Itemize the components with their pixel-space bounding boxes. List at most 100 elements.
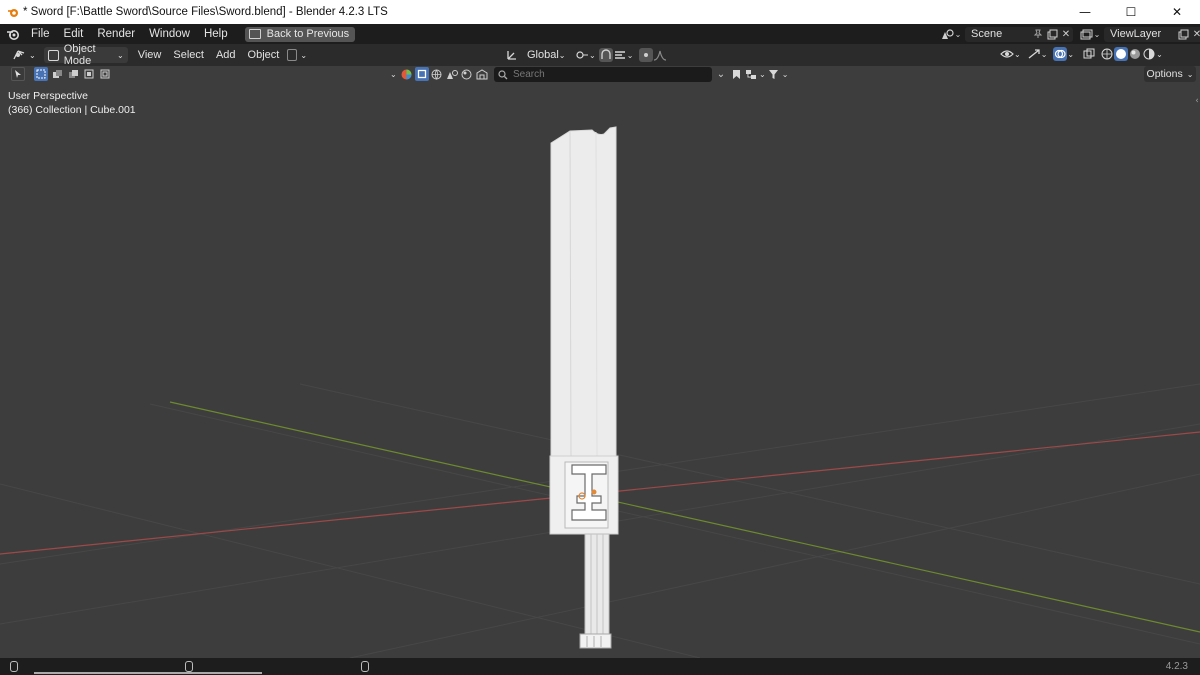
viewlayer-name: ViewLayer [1110,28,1162,40]
menu-edit[interactable]: Edit [57,28,91,40]
new-viewlayer-icon[interactable] [1176,27,1190,41]
maximize-button[interactable]: ☐ [1108,0,1154,24]
snap-settings-icon[interactable] [613,48,627,62]
delete-scene-icon[interactable]: ✕ [1059,27,1073,41]
select-intersect-icon[interactable] [98,67,112,81]
chevron-down-icon[interactable]: ⌄ [1014,50,1021,59]
selection-mode-group [34,67,112,81]
menu-help[interactable]: Help [197,28,235,40]
chevron-down-icon: ⌄ [117,50,124,60]
select-subtract-icon[interactable] [66,67,80,81]
menu-render[interactable]: Render [90,28,142,40]
rendered-shading-icon[interactable] [1142,47,1156,61]
chevron-down-icon[interactable]: ⌄ [1041,50,1048,59]
scene-selector-group: ⌄ Scene ✕ ⌄ ViewLayer ✕ [940,26,1200,42]
options-button[interactable]: Options ⌄ [1144,66,1196,82]
editor-type-button[interactable]: ⌄ [8,47,40,63]
proportional-edit-icon[interactable] [639,48,654,62]
filter-icon[interactable] [767,67,781,81]
editor-type-icon [13,50,25,60]
status-bar: 4.2.3 [0,658,1200,675]
delete-viewlayer-icon[interactable]: ✕ [1190,27,1200,41]
back-to-previous-label: Back to Previous [266,28,350,40]
filter-object-icon[interactable] [414,67,429,81]
chevron-down-icon: ⌄ [1186,69,1194,79]
chevron-down-icon[interactable]: ⌄ [1093,27,1101,41]
blender-app-icon [8,9,18,17]
tool-settings-row: ⌄ Search ⌄ ⌄ ⌄ Options ⌄ [0,66,1200,84]
search-dropdown-icon[interactable]: ⌄ [714,67,728,81]
new-scene-icon[interactable] [1045,27,1059,41]
material-shading-icon[interactable] [1128,47,1142,61]
solid-shading-icon[interactable] [1114,47,1129,61]
select-tool-icon[interactable] [11,67,25,81]
select-invert-icon[interactable] [82,67,96,81]
orientation-label: Global [527,49,559,61]
pin-icon[interactable] [1031,27,1045,41]
chevron-down-icon: ⌄ [558,50,566,60]
menu-select[interactable]: Select [167,49,210,61]
select-new-icon[interactable] [34,67,48,81]
chevron-down-icon[interactable]: ⌄ [954,27,962,41]
falloff-curve-icon[interactable] [653,48,667,62]
orientation-selector[interactable]: Global ⌄ [519,47,569,63]
viewport-perspective-label: User Perspective [8,90,88,102]
viewlayer-field[interactable]: ViewLayer ✕ [1104,26,1200,42]
chevron-down-icon[interactable]: ⌄ [1067,50,1074,59]
minimize-button[interactable]: — [1062,0,1108,24]
gizmo-icon[interactable] [1027,47,1041,61]
filter-material-icon[interactable] [460,67,474,81]
mouse-right-icon [361,661,369,672]
options-icon [287,49,298,61]
back-to-previous-button[interactable]: Back to Previous [244,26,356,42]
orientation-icon[interactable] [505,48,519,62]
chevron-down-icon[interactable]: ⌄ [589,51,596,60]
options-label: Options [1146,68,1183,80]
menu-add[interactable]: Add [210,49,242,61]
menu-file[interactable]: File [24,28,57,40]
chevron-down-icon[interactable]: ⌄ [627,51,634,60]
menu-window[interactable]: Window [142,28,197,40]
outliner-filter-group: ⌄ [390,67,489,81]
wireframe-shading-icon[interactable] [1100,47,1114,61]
viewlayer-icon[interactable] [1079,27,1093,41]
snap-toggle-icon[interactable] [598,48,613,62]
filter-scene-icon[interactable] [445,67,459,81]
visibility-icon[interactable] [1000,47,1014,61]
select-extend-icon[interactable] [50,67,64,81]
filter-building-icon[interactable] [475,67,489,81]
search-input[interactable]: Search [494,67,712,82]
pivot-icon[interactable] [575,48,589,62]
window-controls: — ☐ ✕ [1062,0,1200,24]
scene-icon[interactable] [940,27,954,41]
chevron-down-icon: ⌄ [300,50,308,60]
version-label: 4.2.3 [1165,661,1188,672]
close-button[interactable]: ✕ [1154,0,1200,24]
overlays-icon[interactable] [1053,47,1068,61]
chevron-down-icon[interactable]: ⌄ [390,70,397,79]
hierarchy-icon[interactable] [744,67,758,81]
status-progress-line [34,672,262,674]
menu-view[interactable]: View [132,49,168,61]
color-wheel-icon[interactable] [400,67,414,81]
chevron-down-icon[interactable]: ⌄ [759,70,766,79]
filter-world-icon[interactable] [430,67,444,81]
blender-topbar: File Edit Render Window Help Back to Pre… [0,24,1200,44]
chevron-down-icon[interactable]: ⌄ [782,70,789,79]
sword-model[interactable] [549,126,619,649]
mode-selector[interactable]: Object Mode ⌄ [43,43,128,67]
viewport-collection-info: (366) Collection | Cube.001 [8,104,136,116]
blender-logo-icon[interactable] [2,28,24,40]
mouse-middle-icon [185,661,193,672]
menu-object[interactable]: Object [242,49,286,61]
scene-name: Scene [971,28,1003,40]
3d-viewport[interactable]: User Perspective (366) Collection | Cube… [0,84,1200,658]
chevron-down-icon[interactable]: ⌄ [1156,50,1163,59]
object-mode-icon [47,49,59,61]
mode-label: Object Mode [63,43,96,67]
extra-options-button[interactable]: ⌄ [285,47,309,63]
sidebar-toggle-icon[interactable]: ‹ [1190,94,1200,108]
xray-icon[interactable] [1082,47,1096,61]
scene-field[interactable]: Scene ✕ [965,26,1073,42]
bookmark-icon[interactable] [729,67,743,81]
